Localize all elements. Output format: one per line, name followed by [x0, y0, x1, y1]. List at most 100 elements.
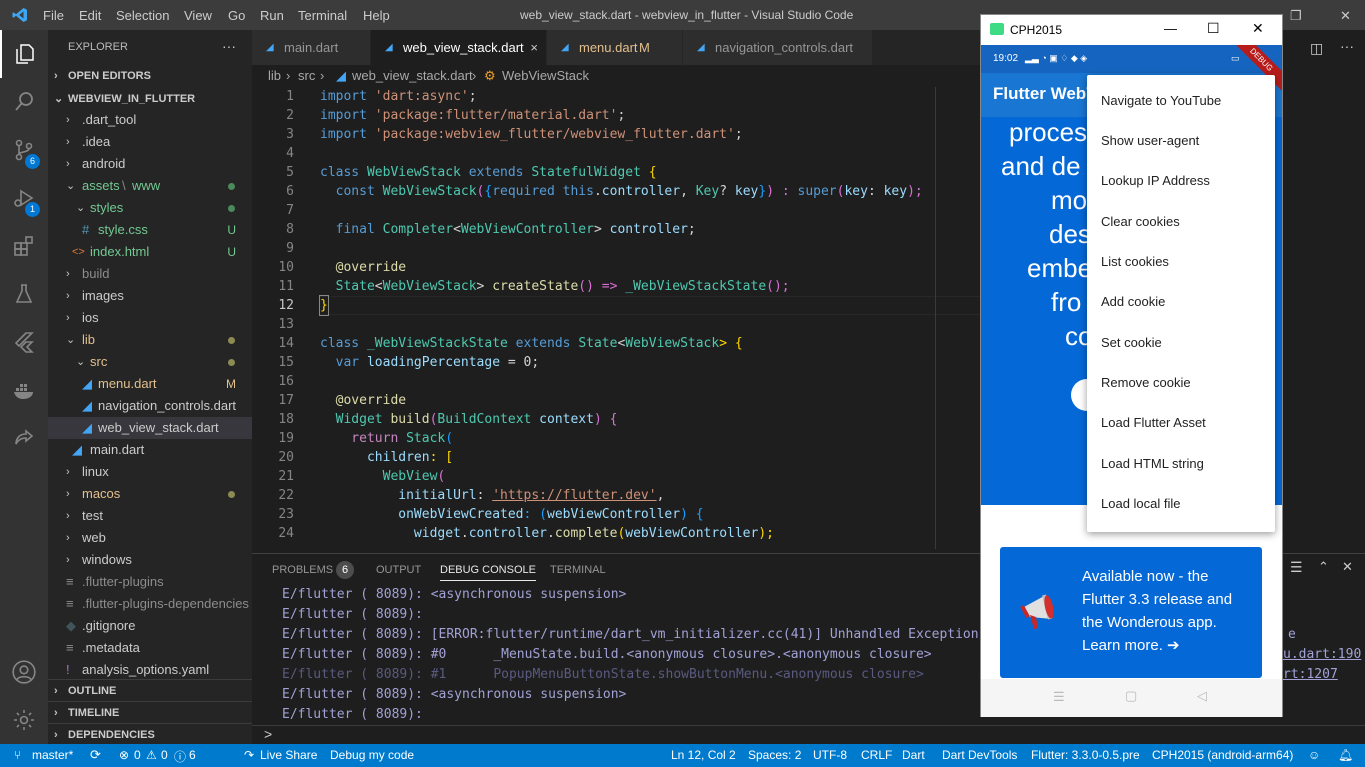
- folder-assets-www[interactable]: ⌄ assets \ www: [48, 175, 252, 197]
- code-editor[interactable]: 1 2 3 4 5 6 7 8 9 10 11 12 13 14 15 16 1…: [252, 87, 980, 549]
- folder-macos[interactable]: › macos: [48, 483, 252, 505]
- menu-item-load-html-string[interactable]: Load HTML string: [1101, 444, 1204, 484]
- extensions-icon[interactable]: [0, 222, 48, 270]
- menu-item-add-cookie[interactable]: Add cookie: [1101, 282, 1165, 322]
- tab-terminal[interactable]: TERMINAL: [550, 564, 606, 576]
- folder-build[interactable]: › build: [48, 263, 252, 285]
- tab-problems[interactable]: PROBLEMS: [272, 564, 333, 576]
- settings-gear-icon[interactable]: [0, 696, 48, 744]
- folder-images[interactable]: › images: [48, 285, 252, 307]
- tab-close-icon[interactable]: ×: [530, 30, 538, 65]
- tab-debug-console[interactable]: DEBUG CONSOLE: [440, 564, 536, 581]
- menu-go[interactable]: Go: [228, 8, 245, 23]
- emulator-close-icon[interactable]: ✕: [1252, 20, 1264, 37]
- console-link[interactable]: rt:1207: [1283, 665, 1338, 685]
- menu-item-remove-cookie[interactable]: Remove cookie: [1101, 363, 1191, 403]
- search-icon[interactable]: [0, 78, 48, 126]
- docker-icon[interactable]: [0, 366, 48, 414]
- folder-ios[interactable]: › ios: [48, 307, 252, 329]
- account-icon[interactable]: [0, 648, 48, 696]
- line-endings[interactable]: CRLF: [861, 748, 892, 762]
- git-branch[interactable]: master*: [32, 748, 73, 762]
- menu-terminal[interactable]: Terminal: [298, 8, 347, 23]
- folder-styles[interactable]: ⌄ styles: [48, 197, 252, 219]
- folder-src[interactable]: ⌄ src: [48, 351, 252, 373]
- file-navigation-controls-dart[interactable]: ◢ navigation_controls.dart: [48, 395, 252, 417]
- close-panel-icon[interactable]: ✕: [1342, 559, 1353, 575]
- menu-item-list-cookies[interactable]: List cookies: [1101, 242, 1169, 282]
- menu-help[interactable]: Help: [363, 8, 390, 23]
- nav-back-icon[interactable]: ◁: [1197, 688, 1207, 704]
- breadcrumb-lib[interactable]: lib: [268, 65, 281, 87]
- more-actions-icon[interactable]: ···: [222, 38, 236, 54]
- folder-windows[interactable]: › windows: [48, 549, 252, 571]
- testing-icon[interactable]: [0, 270, 48, 318]
- warning-count[interactable]: 0: [161, 748, 168, 762]
- dart-devtools[interactable]: Dart DevTools: [942, 748, 1017, 762]
- timeline-section[interactable]: › TIMELINE: [48, 701, 252, 723]
- folder-idea[interactable]: › .idea: [48, 131, 252, 153]
- error-count[interactable]: 0: [134, 748, 141, 762]
- emulator-minimize-icon[interactable]: —: [1164, 21, 1177, 36]
- folder-dart-tool[interactable]: › .dart_tool: [48, 109, 252, 131]
- console-input[interactable]: [276, 727, 1356, 743]
- source-control-icon[interactable]: 6: [0, 126, 48, 174]
- nav-recents-icon[interactable]: ☰: [1053, 689, 1065, 705]
- notifications-bell-icon[interactable]: 🔔︎: [1338, 748, 1353, 762]
- menu-file[interactable]: File: [43, 8, 64, 23]
- project-root[interactable]: ⌄ WEBVIEW_IN_FLUTTER: [48, 88, 252, 110]
- breadcrumb-src[interactable]: src: [298, 65, 315, 87]
- live-share-icon[interactable]: [0, 414, 48, 462]
- breadcrumb-symbol[interactable]: WebViewStack: [502, 65, 589, 87]
- nav-home-icon[interactable]: ▢: [1125, 688, 1137, 704]
- file-index-html[interactable]: <> index.html U: [48, 241, 252, 263]
- file-style-css[interactable]: # style.css U: [48, 219, 252, 241]
- feedback-icon[interactable]: ☺: [1308, 748, 1320, 762]
- tab-main-dart[interactable]: ◢ main.dart: [252, 30, 371, 65]
- menu-item-navigate-youtube[interactable]: Navigate to YouTube: [1101, 81, 1221, 121]
- emulator-maximize-icon[interactable]: ☐: [1207, 20, 1220, 37]
- menu-run[interactable]: Run: [260, 8, 284, 23]
- editor-more-icon[interactable]: ···: [1340, 38, 1354, 54]
- indentation[interactable]: Spaces: 2: [748, 748, 801, 762]
- cursor-position[interactable]: Ln 12, Col 2: [671, 748, 736, 762]
- announcement-banner[interactable]: Available now - the Flutter 3.3 release …: [1000, 547, 1262, 678]
- menu-item-clear-cookies[interactable]: Clear cookies: [1101, 202, 1180, 242]
- menu-item-set-cookie[interactable]: Set cookie: [1101, 323, 1162, 363]
- device-selector[interactable]: CPH2015 (android-arm64): [1152, 748, 1293, 762]
- file-flutter-plugins[interactable]: ≡ .flutter-plugins: [48, 571, 252, 593]
- outline-section[interactable]: › OUTLINE: [48, 679, 252, 701]
- breadcrumb-file[interactable]: web_view_stack.dart: [352, 65, 473, 87]
- tab-output[interactable]: OUTPUT: [376, 564, 421, 576]
- file-main-dart[interactable]: ◢ main.dart: [48, 439, 252, 461]
- live-share-status[interactable]: Live Share: [260, 748, 317, 762]
- maximize-panel-icon[interactable]: ⌃: [1318, 559, 1329, 575]
- menu-edit[interactable]: Edit: [79, 8, 101, 23]
- flutter-icon[interactable]: [0, 318, 48, 366]
- tab-web-view-stack-dart[interactable]: ◢ web_view_stack.dart ×: [371, 30, 547, 65]
- file-flutter-plugins-dependencies[interactable]: ≡ .flutter-plugins-dependencies: [48, 593, 252, 615]
- file-web-view-stack-dart[interactable]: ◢ web_view_stack.dart: [48, 417, 252, 439]
- flutter-version[interactable]: Flutter: 3.3.0-0.5.pre: [1031, 748, 1140, 762]
- open-editors-section[interactable]: › OPEN EDITORS: [48, 65, 252, 87]
- console-link[interactable]: u.dart:190: [1283, 645, 1361, 665]
- folder-test[interactable]: › test: [48, 505, 252, 527]
- explorer-icon[interactable]: [0, 30, 48, 78]
- tab-navigation-controls-dart[interactable]: ◢ navigation_controls.dart: [683, 30, 873, 65]
- file-menu-dart[interactable]: ◢ menu.dart M: [48, 373, 252, 395]
- info-count[interactable]: 6: [189, 748, 196, 762]
- run-debug-icon[interactable]: 1: [0, 174, 48, 222]
- menu-view[interactable]: View: [184, 8, 212, 23]
- split-editor-icon[interactable]: ◫: [1310, 40, 1323, 57]
- filter-lines-icon[interactable]: ☰: [1290, 559, 1303, 576]
- close-icon[interactable]: ✕: [1340, 8, 1351, 24]
- folder-android[interactable]: › android: [48, 153, 252, 175]
- debug-status[interactable]: Debug my code: [330, 748, 414, 762]
- folder-web[interactable]: › web: [48, 527, 252, 549]
- menu-item-show-user-agent[interactable]: Show user-agent: [1101, 121, 1199, 161]
- menu-item-load-flutter-asset[interactable]: Load Flutter Asset: [1101, 403, 1206, 443]
- menu-item-lookup-ip[interactable]: Lookup IP Address: [1101, 161, 1210, 201]
- folder-lib[interactable]: ⌄ lib: [48, 329, 252, 351]
- file-metadata[interactable]: ≡ .metadata: [48, 637, 252, 659]
- sync-icon[interactable]: ⟳: [90, 747, 101, 763]
